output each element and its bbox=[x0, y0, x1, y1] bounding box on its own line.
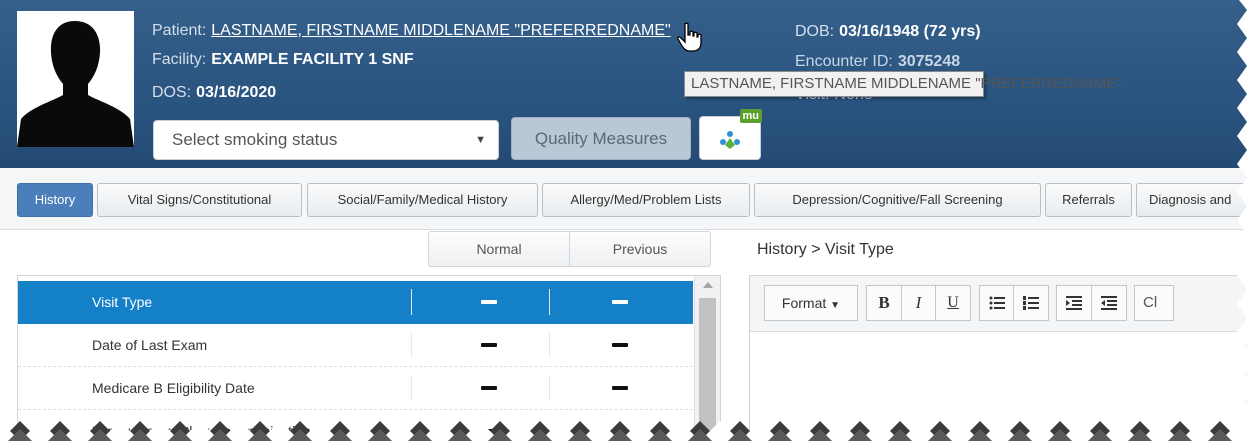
tab-referrals[interactable]: Referrals bbox=[1045, 183, 1132, 217]
previous-toggle[interactable] bbox=[612, 343, 628, 347]
tab-bar: History Vital Signs/Constitutional Socia… bbox=[0, 168, 1247, 230]
dos-label: DOS: bbox=[152, 84, 192, 101]
torn-edge-bottom bbox=[0, 418, 1247, 441]
tab-social-family-medical[interactable]: Social/Family/Medical History bbox=[307, 183, 538, 217]
tab-allergy-med-problem[interactable]: Allergy/Med/Problem Lists bbox=[542, 183, 750, 217]
tab-depression-cognitive[interactable]: Depression/Cognitive/Fall Screening bbox=[754, 183, 1041, 217]
smoking-status-placeholder: Select smoking status bbox=[172, 130, 338, 149]
previous-column-button[interactable]: Previous bbox=[569, 231, 711, 267]
list-scrollbar[interactable] bbox=[694, 276, 720, 441]
dos-value: 03/16/2020 bbox=[196, 84, 277, 101]
list-item-date-of-last-exam[interactable]: Date of Last Exam bbox=[18, 324, 693, 367]
dob-label: DOB: bbox=[795, 23, 835, 40]
encounter-row: Encounter ID: 3075248 bbox=[795, 53, 960, 71]
divider bbox=[411, 332, 412, 358]
outdent-icon bbox=[1101, 296, 1117, 311]
people-network-icon bbox=[720, 131, 740, 149]
divider bbox=[411, 375, 412, 401]
normal-toggle[interactable] bbox=[481, 343, 497, 347]
scroll-up-arrow-icon[interactable] bbox=[703, 282, 713, 288]
meaningful-use-button[interactable]: mu bbox=[699, 109, 762, 160]
tab-history[interactable]: History bbox=[17, 183, 93, 217]
bullet-list-button[interactable] bbox=[979, 285, 1014, 321]
dos-row: DOS: 03/16/2020 bbox=[152, 85, 276, 101]
patient-avatar bbox=[17, 11, 134, 147]
patient-name-row: Patient: LASTNAME, FIRSTNAME MIDDLENAME "… bbox=[152, 23, 671, 39]
row-label: Medicare B Eligibility Date bbox=[92, 380, 255, 396]
mu-badge: mu bbox=[739, 109, 762, 123]
encounter-label: Encounter ID: bbox=[795, 53, 893, 70]
divider bbox=[549, 289, 550, 315]
row-label: Visit Type bbox=[92, 294, 153, 310]
indent-button[interactable] bbox=[1056, 285, 1092, 321]
divider bbox=[411, 289, 412, 315]
patient-name-tooltip: LASTNAME, FIRSTNAME MIDDLENAME "PREFERRE… bbox=[684, 71, 1122, 97]
person-silhouette-icon bbox=[17, 11, 134, 147]
patient-name-link[interactable]: LASTNAME, FIRSTNAME MIDDLENAME "PREFERRE… bbox=[211, 22, 670, 39]
previous-toggle[interactable] bbox=[612, 386, 628, 390]
bullet-list-icon bbox=[989, 296, 1005, 310]
patient-label: Patient: bbox=[152, 22, 207, 39]
rich-text-editor[interactable]: Format ▼ B I U Cl bbox=[749, 275, 1247, 441]
normal-column-button[interactable]: Normal bbox=[428, 231, 570, 267]
encounter-value: 3075248 bbox=[897, 53, 961, 70]
patient-header: Patient: LASTNAME, FIRSTNAME MIDDLENAME "… bbox=[0, 0, 1247, 168]
normal-toggle[interactable] bbox=[481, 386, 497, 390]
quality-measures-button[interactable]: Quality Measures bbox=[511, 117, 691, 160]
numbered-list-icon bbox=[1023, 296, 1039, 311]
list-item-medicare-b[interactable]: Medicare B Eligibility Date bbox=[18, 367, 693, 410]
tab-diagnosis[interactable]: Diagnosis and bbox=[1136, 183, 1247, 217]
italic-button[interactable]: I bbox=[901, 285, 936, 321]
editor-toolbar: Format ▼ B I U Cl bbox=[750, 276, 1247, 332]
divider bbox=[549, 332, 550, 358]
facility-row: Facility: EXAMPLE FACILITY 1 SNF bbox=[152, 52, 414, 68]
facility-label: Facility: bbox=[152, 51, 207, 68]
breadcrumb: History > Visit Type bbox=[757, 241, 894, 258]
divider bbox=[549, 375, 550, 401]
previous-toggle[interactable] bbox=[612, 300, 628, 304]
torn-edge-right bbox=[1237, 0, 1247, 441]
facility-value: EXAMPLE FACILITY 1 SNF bbox=[211, 51, 414, 68]
history-items-list: Visit Type Date of Last Exam Medicare B … bbox=[17, 275, 721, 441]
dob-value: 03/16/1948 (72 yrs) bbox=[839, 23, 981, 40]
chevron-down-icon: ▼ bbox=[475, 134, 486, 146]
list-item-visit-type[interactable]: Visit Type bbox=[18, 281, 693, 324]
underline-button[interactable]: U bbox=[935, 285, 971, 321]
normal-toggle[interactable] bbox=[481, 300, 497, 304]
numbered-list-button[interactable] bbox=[1013, 285, 1049, 321]
caret-down-icon: ▼ bbox=[830, 300, 841, 311]
bold-button[interactable]: B bbox=[866, 285, 902, 321]
outdent-button[interactable] bbox=[1091, 285, 1127, 321]
indent-icon bbox=[1066, 296, 1082, 311]
tab-vital-signs[interactable]: Vital Signs/Constitutional bbox=[97, 183, 302, 217]
hand-cursor-icon bbox=[677, 22, 702, 52]
dob-row: DOB: 03/16/1948 (72 yrs) bbox=[795, 23, 981, 41]
format-label: Format bbox=[781, 295, 827, 311]
format-dropdown[interactable]: Format ▼ bbox=[764, 285, 858, 321]
row-label: Date of Last Exam bbox=[92, 337, 208, 353]
smoking-status-select[interactable]: Select smoking status ▼ bbox=[153, 120, 499, 160]
clear-format-button[interactable]: Cl bbox=[1134, 285, 1174, 321]
